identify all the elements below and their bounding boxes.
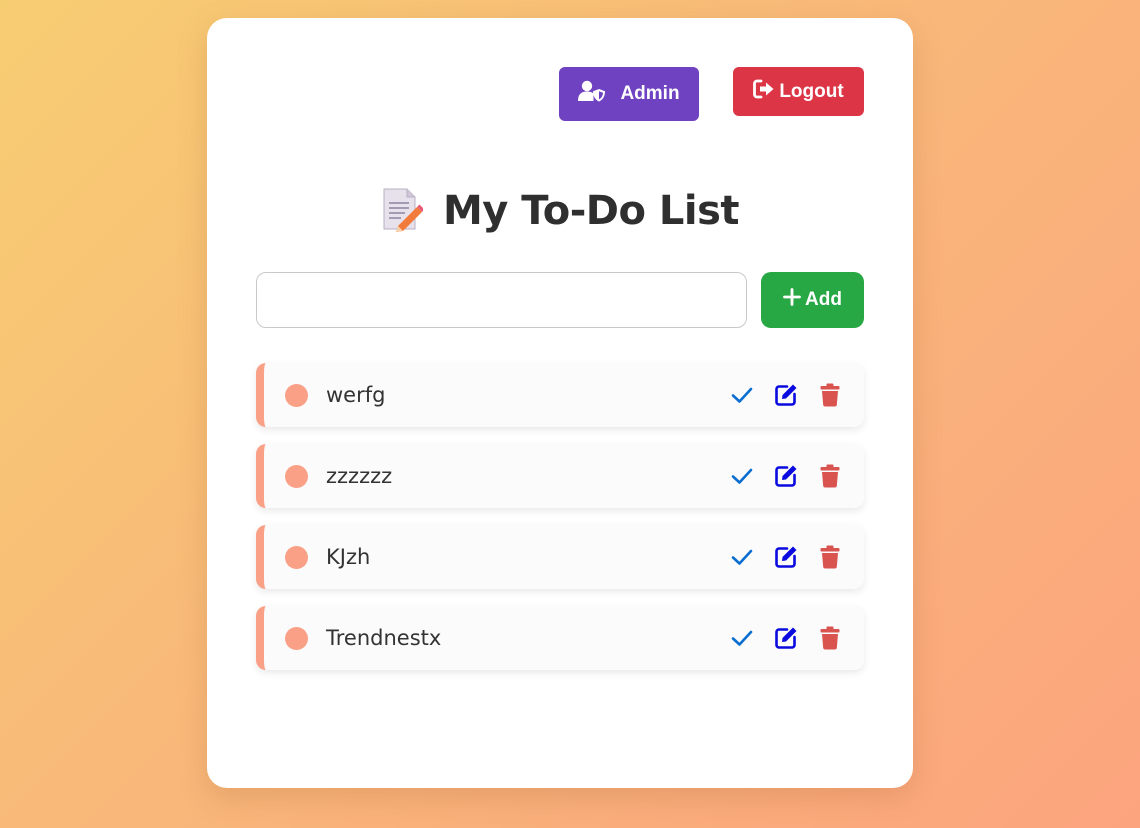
trash-icon[interactable] (818, 625, 842, 651)
trash-icon[interactable] (818, 544, 842, 570)
trash-icon[interactable] (818, 382, 842, 408)
new-task-input[interactable] (256, 272, 747, 328)
sign-out-icon (753, 79, 775, 105)
list-item: werfg (256, 363, 864, 427)
task-text: Trendnestx (326, 626, 442, 650)
list-item: zzzzzz (256, 444, 864, 508)
check-icon[interactable] (730, 463, 754, 489)
task-actions (730, 625, 842, 651)
admin-button[interactable]: Admin (559, 67, 699, 121)
add-button[interactable]: Add (761, 272, 864, 328)
task-actions (730, 382, 842, 408)
task-text: werfg (326, 383, 386, 407)
admin-label: Admin (620, 83, 680, 104)
check-icon[interactable] (730, 544, 754, 570)
check-icon[interactable] (730, 625, 754, 651)
logout-label: Logout (779, 80, 844, 102)
plus-icon (783, 288, 801, 312)
status-dot (285, 626, 308, 650)
edit-icon[interactable] (774, 463, 798, 489)
status-dot (285, 464, 308, 488)
edit-icon[interactable] (774, 544, 798, 570)
trash-icon[interactable] (818, 463, 842, 489)
status-dot (285, 383, 308, 407)
list-item: Trendnestx (256, 606, 864, 670)
task-list: werfg zzzzzz KJzh Trendnestx (256, 363, 864, 687)
list-item: KJzh (256, 525, 864, 589)
edit-icon[interactable] (774, 625, 798, 651)
check-icon[interactable] (730, 382, 754, 408)
logout-button[interactable]: Logout (733, 67, 864, 116)
todo-card: Admin Logout My To-Do List Add werfg zzz… (207, 18, 913, 788)
user-shield-icon (578, 80, 606, 108)
task-actions (730, 463, 842, 489)
memo-icon (381, 186, 425, 236)
page-title: My To-Do List (207, 186, 913, 236)
add-label: Add (805, 289, 842, 310)
task-text: zzzzzz (326, 464, 393, 488)
status-dot (285, 545, 308, 569)
task-text: KJzh (326, 545, 371, 569)
task-actions (730, 544, 842, 570)
title-text: My To-Do List (442, 188, 740, 234)
edit-icon[interactable] (774, 382, 798, 408)
